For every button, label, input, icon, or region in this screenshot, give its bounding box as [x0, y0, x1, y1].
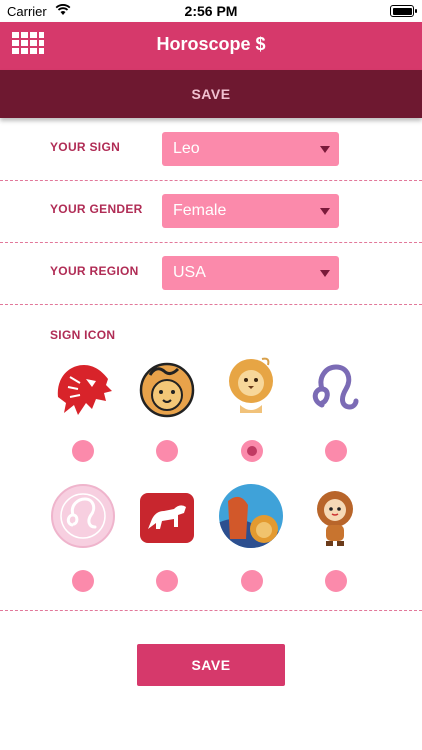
gender-label: YOUR GENDER: [50, 202, 143, 216]
sign-icon-radio-5[interactable]: [72, 570, 94, 592]
save-button[interactable]: SAVE: [137, 644, 285, 686]
leo-symbol-lion-badge-icon[interactable]: [134, 357, 200, 423]
cartoon-lion-icon[interactable]: [218, 353, 284, 419]
divider: [0, 610, 422, 611]
region-select[interactable]: USA: [162, 256, 339, 290]
sign-icon-radio-1[interactable]: [72, 440, 94, 462]
red-lion-stamp-icon[interactable]: [134, 485, 200, 551]
sign-row: YOUR SIGN Leo: [0, 118, 422, 180]
lion-woman-painting-icon[interactable]: [218, 483, 284, 549]
chevron-down-icon: [320, 208, 330, 215]
sign-icon-radio-2[interactable]: [156, 440, 178, 462]
sign-icon-radio-3[interactable]: [241, 440, 263, 462]
sign-icon-label: SIGN ICON: [50, 328, 116, 342]
chevron-down-icon: [320, 270, 330, 277]
sign-icon-radio-4[interactable]: [325, 440, 347, 462]
sign-select-value: Leo: [173, 140, 200, 157]
page-title: Horoscope $: [156, 34, 266, 54]
chevron-down-icon: [320, 146, 330, 153]
sign-label: YOUR SIGN: [50, 140, 121, 154]
lion-costume-kid-icon[interactable]: [302, 485, 368, 551]
region-label: YOUR REGION: [50, 264, 139, 278]
clock: 2:56 PM: [184, 3, 238, 19]
red-lion-head-icon[interactable]: [50, 357, 116, 423]
divider: [0, 304, 422, 305]
battery-icon: [390, 5, 417, 17]
sign-icon-radio-8[interactable]: [325, 570, 347, 592]
nav-bar: Horoscope $: [0, 22, 422, 70]
sign-icon-radio-6[interactable]: [156, 570, 178, 592]
status-bar: Carrier 2:56 PM: [0, 0, 422, 22]
region-row: YOUR REGION USA: [0, 242, 422, 304]
region-select-value: USA: [173, 264, 206, 281]
leo-glyph-icon[interactable]: [302, 357, 368, 423]
sign-select[interactable]: Leo: [162, 132, 339, 166]
pink-leo-medallion-icon[interactable]: [50, 483, 116, 549]
gender-select[interactable]: Female: [162, 194, 339, 228]
gender-select-value: Female: [173, 202, 227, 219]
top-save-button[interactable]: SAVE: [0, 70, 422, 118]
gender-row: YOUR GENDER Female: [0, 180, 422, 242]
sign-icon-radio-7[interactable]: [241, 570, 263, 592]
